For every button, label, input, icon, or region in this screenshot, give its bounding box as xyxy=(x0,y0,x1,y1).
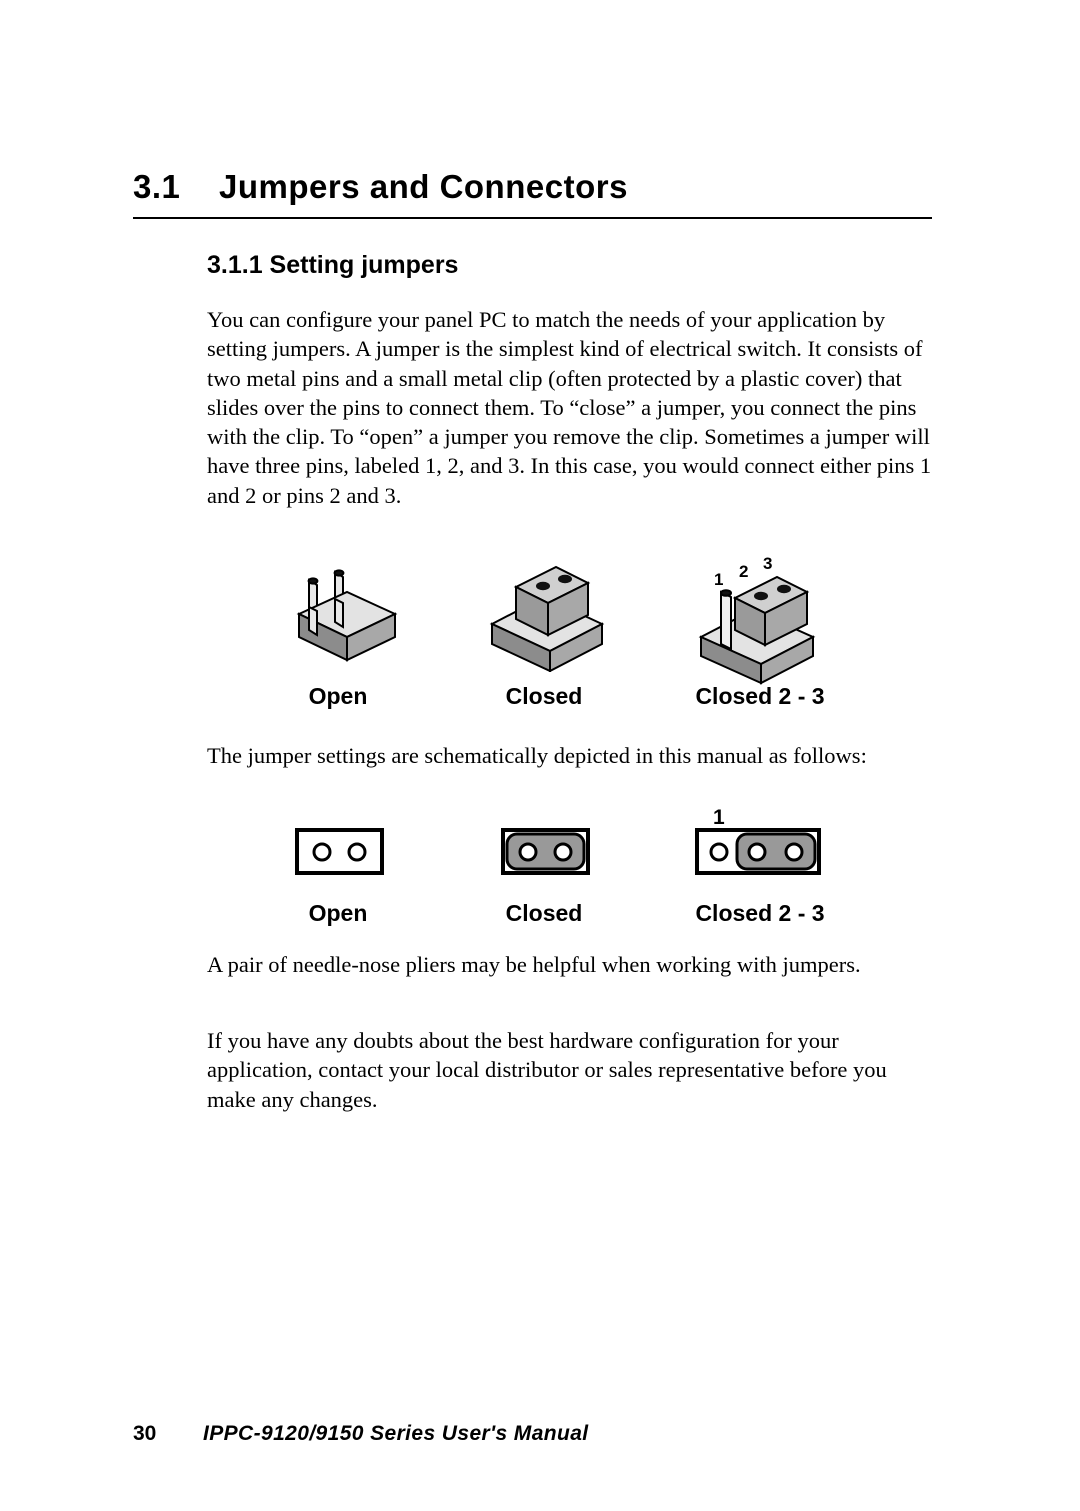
jumper-closed-2-3-3d-icon: 1 2 3 xyxy=(687,552,847,692)
footer-page-number: 30 xyxy=(133,1422,157,1445)
schematic-caption-open: Open xyxy=(308,900,368,926)
subsection-title: 3.1.1 Setting jumpers xyxy=(207,251,459,279)
page-title: 3.1 Jumpers and Connectors xyxy=(133,168,933,206)
schematic-caption-closed-2-3: Closed 2 - 3 xyxy=(695,900,825,926)
section-title: Jumpers and Connectors xyxy=(219,168,628,205)
jumper-open-3d-icon xyxy=(269,552,409,677)
pin-label-2: 2 xyxy=(739,562,748,581)
document-page: 3.1 Jumpers and Connectors 3.1.1 Setting … xyxy=(0,0,1080,1511)
paragraph-pliers: A pair of needle-nose pliers may be help… xyxy=(207,952,861,977)
jumper-illustration-row: 1 2 3 Open Closed Closed 2 - 3 xyxy=(207,552,933,720)
pin-label-3: 3 xyxy=(763,554,772,573)
jumper-open-schematic-icon xyxy=(295,828,385,881)
page-footer: 30 IPPC-9120/9150 Series User's Manual xyxy=(133,1422,933,1446)
heading-divider xyxy=(133,217,932,219)
jumper-closed-2-3-schematic-icon: 1 xyxy=(695,802,825,881)
section-number: 3.1 xyxy=(133,168,181,205)
figure-caption-open: Open xyxy=(308,683,368,709)
figure-caption-closed: Closed xyxy=(505,683,583,709)
figure-caption-closed-2-3: Closed 2 - 3 xyxy=(695,683,825,709)
paragraph-doubts: If you have any doubts about the best ha… xyxy=(207,1028,887,1112)
paragraph-schematic-intro: The jumper settings are schematically de… xyxy=(207,743,867,768)
jumper-closed-3d-icon xyxy=(472,552,622,677)
pin-one-label: 1 xyxy=(713,806,725,829)
jumper-closed-schematic-icon xyxy=(501,828,591,881)
jumper-schematic-row: 1 Open Closed Closed 2 - 3 xyxy=(207,800,933,940)
footer-manual-title: IPPC-9120/9150 Series User's Manual xyxy=(203,1422,589,1445)
paragraph-intro: You can configure your panel PC to match… xyxy=(207,307,932,508)
schematic-caption-closed: Closed xyxy=(505,900,583,926)
pin-label-1: 1 xyxy=(714,570,723,589)
